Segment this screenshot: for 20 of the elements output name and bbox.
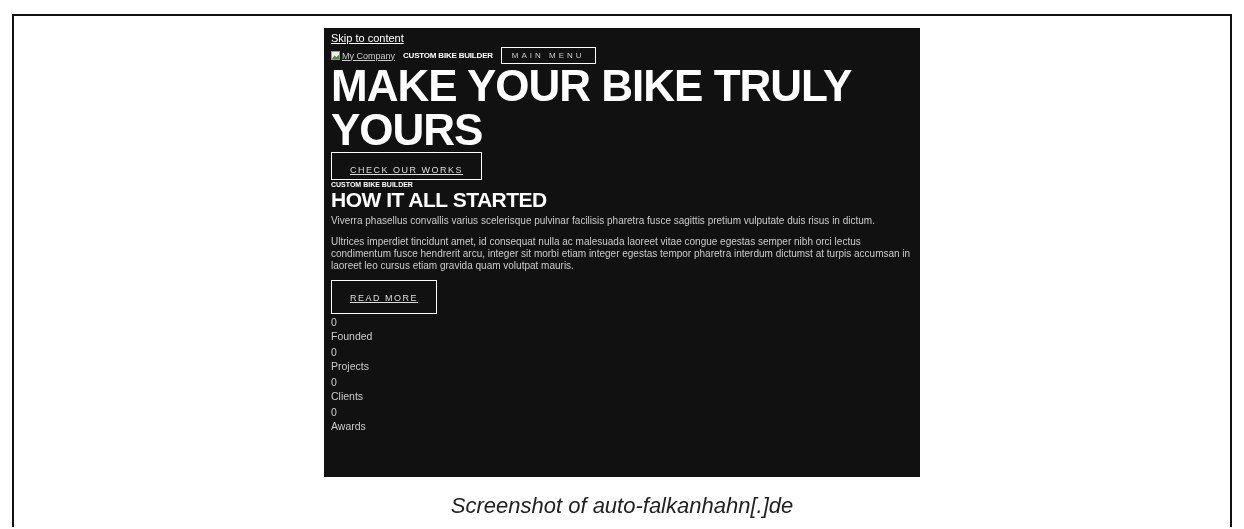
stat-label: Founded [331,329,373,343]
skip-link[interactable]: Skip to content [331,32,404,45]
paragraph: Ultrices imperdiet tincidunt amet, id consequat nulla ac malesuada laoreet vitae congue egestas semper nibh orci lectus condimentum fusce hendrerit arcu, integer sit morbi etiam integer egestas tempor pharetra interdum dictumst at turpis accumsan in laoreet leo cursus etiam gravida quam volutpat mauris. [331,236,912,272]
stat-label: Projects [331,359,370,373]
paragraph: Viverra phasellus convallis varius scelerisque pulvinar facilisis pharetra fusce sagittis pretium vulputate duis risus in dictum. [331,215,875,227]
stat-value: 0 [331,316,338,330]
stat-value: 0 [331,376,338,390]
stat-label: Awards [331,419,367,433]
site-tagline: CUSTOM BIKE BUILDER [403,51,493,60]
hero-heading: MAKE YOUR BIKE TRULY YOURS [331,64,852,152]
stat-value: 0 [331,346,338,360]
logo-alt-text[interactable]: My Company [342,50,395,61]
menu-button[interactable]: MAIN MENU [500,47,596,64]
read-more-button[interactable]: READ MORE [331,280,437,314]
broken-image-icon [331,51,340,60]
section-heading: HOW IT ALL STARTED [331,188,547,212]
stat-label: Clients [331,389,365,403]
stat-value: 0 [331,406,338,420]
works-button[interactable]: CHECK OUR WORKS [331,152,482,180]
caption: Screenshot of auto-falkanhahn[.]de [450,493,794,519]
